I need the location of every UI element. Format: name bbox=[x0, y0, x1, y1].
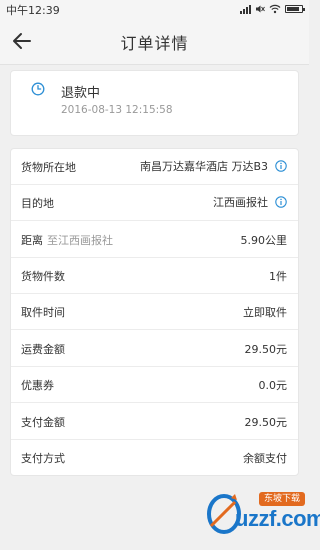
row-value: 1件 bbox=[269, 270, 287, 283]
info-icon[interactable] bbox=[275, 196, 287, 208]
row-label: 支付方式 bbox=[21, 452, 65, 465]
status-bar: 中午12:39 bbox=[0, 0, 309, 18]
row-value: 5.90公里 bbox=[240, 234, 288, 247]
page-title: 订单详情 bbox=[120, 34, 189, 53]
order-detail-card: 货物所在地 南昌万达嘉华酒店 万达B3 目的地 江西画报社 距离 至江西画报社 5… bbox=[10, 148, 299, 476]
info-icon[interactable] bbox=[275, 160, 287, 172]
row-label: 取件时间 bbox=[21, 306, 65, 319]
status-time: 中午12:39 bbox=[6, 4, 60, 17]
status-icons bbox=[240, 4, 305, 14]
battery-icon bbox=[285, 5, 305, 13]
order-status-label: 退款中 bbox=[61, 86, 101, 101]
order-status-card: 退款中 2016-08-13 12:15:58 bbox=[10, 70, 299, 136]
detail-row-origin: 货物所在地 南昌万达嘉华酒店 万达B3 bbox=[11, 149, 298, 185]
detail-row-item-count: 货物件数 1件 bbox=[11, 258, 298, 294]
row-label-text: 距离 bbox=[21, 234, 43, 247]
detail-row-payment-method: 支付方式 余额支付 bbox=[11, 440, 298, 476]
row-value: 29.50元 bbox=[244, 416, 288, 429]
row-value: 0.0元 bbox=[258, 379, 288, 392]
row-value: 29.50元 bbox=[244, 343, 288, 356]
row-value: 江西画报社 bbox=[213, 196, 268, 209]
row-label: 货物所在地 bbox=[21, 161, 76, 174]
row-label: 货物件数 bbox=[21, 270, 65, 283]
row-value: 南昌万达嘉华酒店 万达B3 bbox=[139, 160, 268, 173]
row-label: 支付金额 bbox=[21, 416, 65, 429]
row-label: 运费金额 bbox=[21, 343, 65, 356]
clock-icon bbox=[31, 82, 45, 96]
row-value-wrap: 南昌万达嘉华酒店 万达B3 bbox=[140, 158, 287, 174]
detail-row-freight: 运费金额 29.50元 bbox=[11, 331, 298, 367]
detail-row-coupon: 优惠券 0.0元 bbox=[11, 367, 298, 403]
wifi-icon bbox=[269, 4, 281, 14]
detail-row-destination: 目的地 江西画报社 bbox=[11, 185, 298, 221]
signal-icon bbox=[240, 4, 251, 14]
site-watermark: 东坡下载 uzzf.com bbox=[205, 488, 320, 538]
row-value: 余额支付 bbox=[243, 452, 287, 465]
row-value: 立即取件 bbox=[243, 306, 287, 319]
app-header: 订单详情 bbox=[0, 18, 309, 65]
detail-row-pickup-time: 取件时间 立即取件 bbox=[11, 294, 298, 330]
watermark-text: uzzf.com bbox=[235, 506, 320, 531]
row-label: 目的地 bbox=[21, 197, 54, 210]
mute-icon bbox=[256, 5, 265, 13]
detail-row-distance: 距离 至江西画报社 5.90公里 bbox=[11, 222, 298, 258]
row-label: 优惠券 bbox=[21, 379, 54, 392]
row-sublabel: 至江西画报社 bbox=[47, 234, 113, 247]
watermark-badge: 东坡下载 bbox=[259, 492, 305, 506]
order-status-timestamp: 2016-08-13 12:15:58 bbox=[61, 104, 173, 116]
row-label: 距离 至江西画报社 bbox=[21, 232, 113, 248]
detail-row-paid-amount: 支付金额 29.50元 bbox=[11, 404, 298, 440]
row-value-wrap: 江西画报社 bbox=[213, 194, 287, 210]
